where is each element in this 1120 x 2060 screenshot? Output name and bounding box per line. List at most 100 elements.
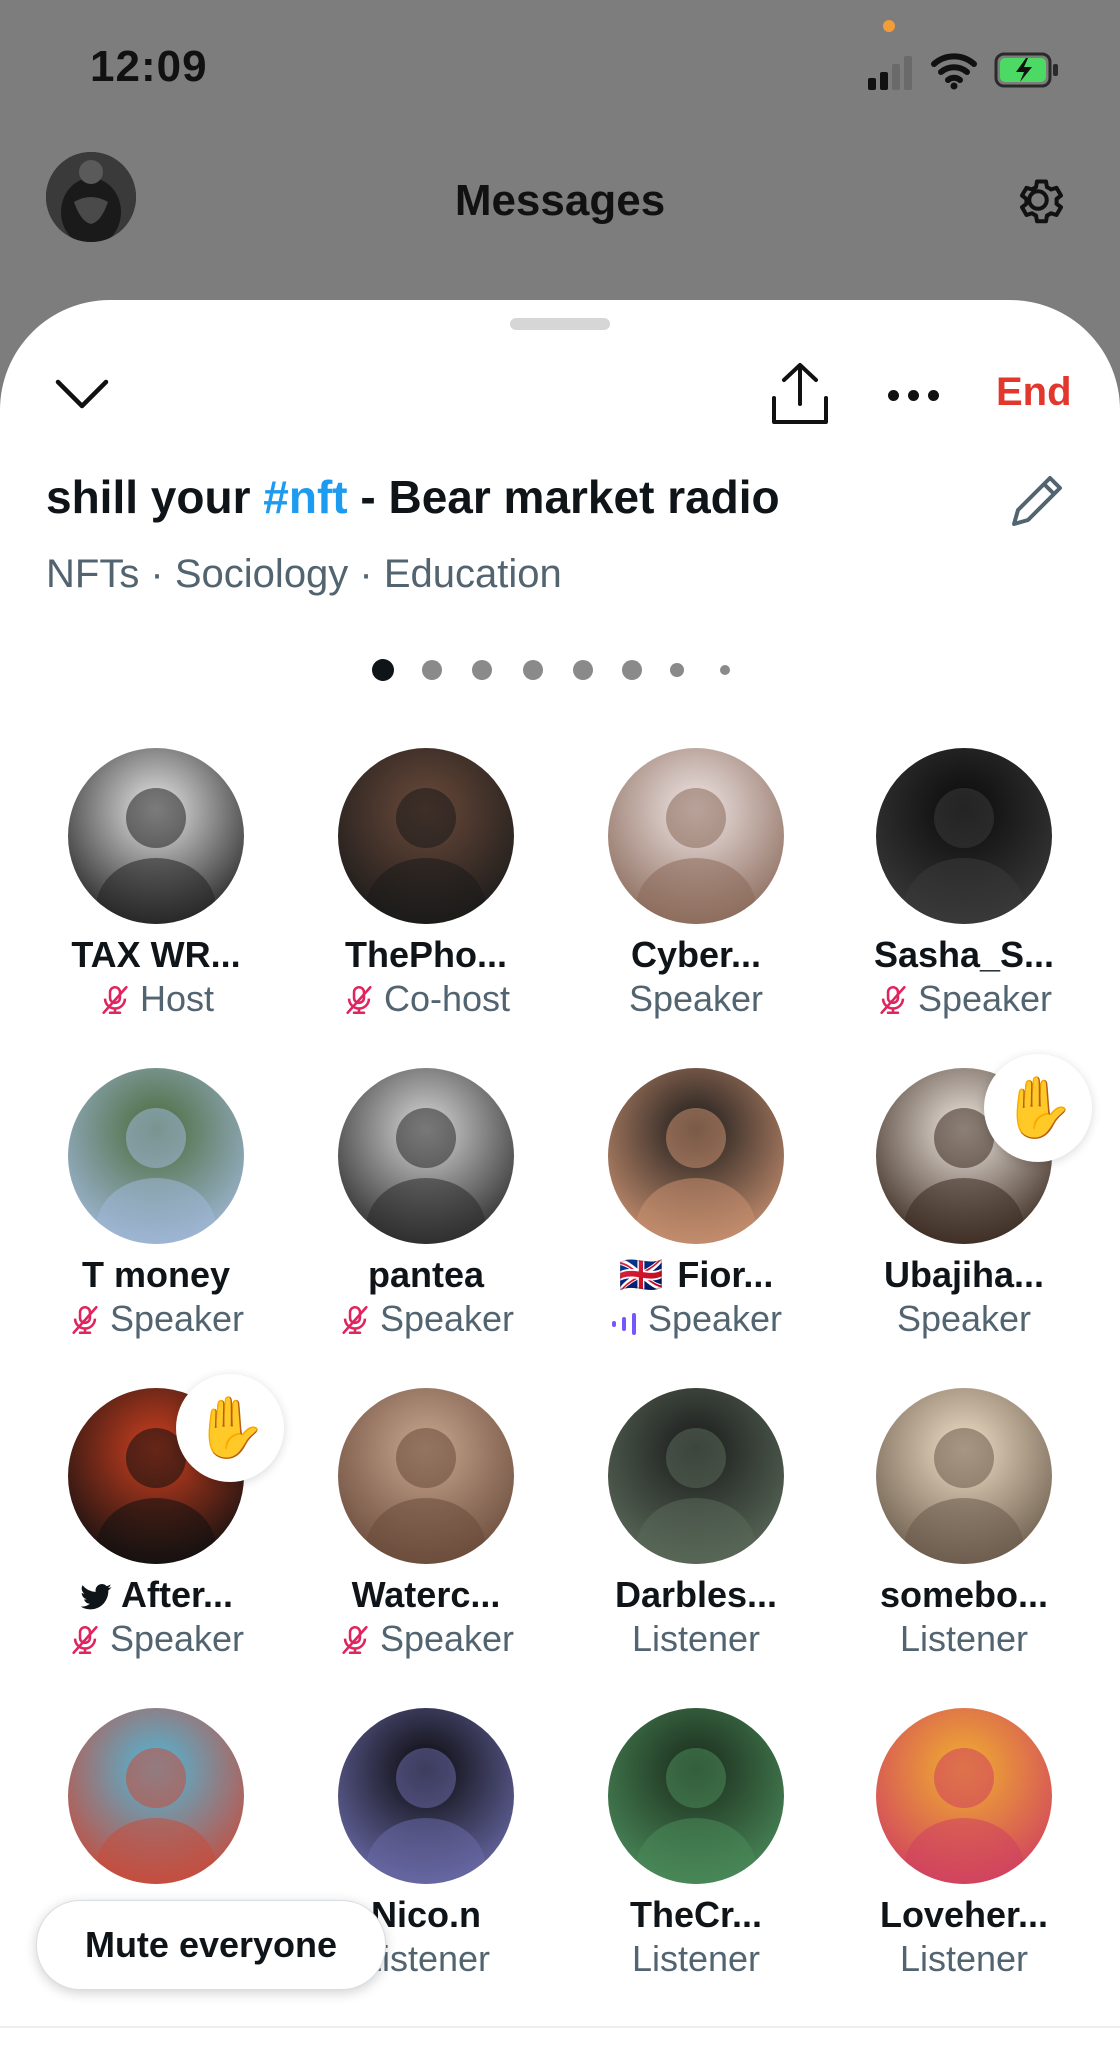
participant-name: ThePho... — [276, 934, 576, 976]
participant-role-text: Listener — [899, 1938, 1029, 1979]
participant-avatar[interactable] — [68, 1708, 244, 1884]
participant-role: Co-host — [276, 978, 576, 1020]
participant-card[interactable]: Waterc... Speaker — [276, 1388, 556, 1708]
participant-avatar[interactable] — [608, 748, 784, 924]
participant-name: After... — [6, 1574, 306, 1616]
participant-role: Speaker — [6, 1618, 306, 1660]
participant-card[interactable]: Sasha_S... Speaker — [814, 748, 1094, 1068]
edit-pencil-icon[interactable] — [1006, 470, 1068, 532]
participant-avatar[interactable] — [608, 1068, 784, 1244]
participant-name: Darbles... — [546, 1574, 846, 1616]
participant-card[interactable]: ThePho... Co-host — [276, 748, 556, 1068]
participant-avatar[interactable] — [876, 1708, 1052, 1884]
participant-role: Speaker — [546, 1298, 846, 1340]
participant-avatar[interactable] — [338, 1388, 514, 1564]
participant-role-text: Listener — [631, 1938, 761, 1979]
participant-name: T money — [6, 1254, 306, 1296]
participant-name: pantea — [276, 1254, 576, 1296]
space-title: shill your #nft - Bear market radio — [46, 470, 780, 524]
participant-name-text: Ubajiha... — [883, 1254, 1045, 1295]
twitter-bird-icon — [80, 1584, 112, 1610]
mic-muted-icon — [342, 1305, 368, 1335]
recording-indicator — [883, 20, 895, 32]
participant-name-text: After... — [120, 1574, 234, 1615]
page-dot — [573, 660, 593, 680]
page-dot — [622, 660, 642, 680]
participant-role-text: Co-host — [383, 978, 511, 1019]
participant-role-text: Listener — [899, 1618, 1029, 1659]
participant-role-text: Speaker — [109, 1618, 245, 1659]
page-dot — [523, 660, 543, 680]
share-icon[interactable] — [768, 360, 832, 428]
participant-role-text: Speaker — [379, 1618, 515, 1659]
participant-card[interactable]: ✋ Ubajiha... Speaker — [814, 1054, 1094, 1388]
uk-flag-icon: 🇬🇧 — [618, 1254, 664, 1295]
participant-avatar[interactable] — [876, 1388, 1052, 1564]
mic-muted-icon — [72, 1625, 98, 1655]
participant-role: Host — [6, 978, 306, 1020]
participant-card[interactable]: Darbles... Listener — [546, 1388, 826, 1708]
participant-card[interactable]: pantea Speaker — [276, 1068, 556, 1388]
participant-avatar[interactable] — [68, 748, 244, 924]
page-title: Messages — [454, 176, 666, 225]
end-space-button[interactable]: End — [996, 370, 1072, 415]
space-sheet: End shill your #nft - Bear market radio … — [0, 300, 1120, 2060]
participant-card[interactable]: ✋ After... Speaker — [6, 1374, 286, 1708]
page-dot — [372, 659, 394, 681]
participant-role-text: Host — [139, 978, 215, 1019]
page-dot — [670, 663, 684, 677]
participant-name-text: somebo... — [879, 1574, 1049, 1615]
mute-everyone-button[interactable]: Mute everyone — [36, 1900, 386, 1990]
participant-name-text: Fior... — [677, 1254, 774, 1295]
divider — [0, 2026, 1120, 2028]
participant-card[interactable]: somebo... Listener — [814, 1388, 1094, 1708]
participant-card[interactable]: TheCr... Listener — [546, 1708, 826, 2028]
participant-name-text: Waterc... — [351, 1574, 501, 1615]
participant-role: Speaker — [276, 1618, 576, 1660]
participant-name-text: Sasha_S... — [873, 934, 1055, 975]
participant-name: TheCr... — [546, 1894, 846, 1936]
space-title-suffix: - Bear market radio — [347, 471, 780, 523]
speaking-bars-icon — [611, 1313, 636, 1335]
gear-icon[interactable] — [1008, 170, 1068, 230]
participant-role-text: Speaker — [109, 1298, 245, 1339]
participant-name-text: Cyber... — [630, 934, 762, 975]
more-options-icon[interactable] — [888, 390, 948, 401]
participant-role: Speaker — [276, 1298, 576, 1340]
participant-avatar[interactable] — [338, 748, 514, 924]
space-title-prefix: shill your — [46, 471, 264, 523]
participant-avatar[interactable] — [608, 1708, 784, 1884]
participant-card[interactable]: T money Speaker — [6, 1068, 286, 1388]
participant-avatar[interactable] — [68, 1068, 244, 1244]
participant-name-text: pantea — [367, 1254, 485, 1295]
mic-muted-icon — [342, 1625, 368, 1655]
participant-name-text: ThePho... — [345, 934, 507, 975]
status-bar: 12:09 — [0, 0, 1120, 140]
chevron-down-icon[interactable] — [54, 376, 110, 412]
space-title-hashtag[interactable]: #nft — [263, 471, 347, 523]
drag-handle[interactable] — [510, 318, 610, 330]
participant-avatar[interactable] — [338, 1708, 514, 1884]
participant-name-text: TheCr... — [629, 1894, 763, 1935]
battery-charging-icon — [994, 52, 1058, 88]
participant-role: Speaker — [546, 978, 846, 1020]
page-dot — [720, 665, 730, 675]
participant-role: Speaker — [814, 978, 1114, 1020]
participant-name-text: Darbles... — [614, 1574, 778, 1615]
participant-name-text: Nico.n — [370, 1894, 481, 1935]
participant-card[interactable]: Loveher... Listener — [814, 1708, 1094, 2028]
participant-card[interactable]: 🇬🇧 Fior... Speaker — [546, 1068, 826, 1388]
participant-name-text: TAX WR... — [71, 934, 241, 975]
participant-name-text: Loveher... — [879, 1894, 1049, 1935]
participant-avatar[interactable] — [338, 1068, 514, 1244]
page-dot — [422, 660, 442, 680]
participant-avatar[interactable] — [876, 748, 1052, 924]
participant-card[interactable]: TAX WR... Host — [6, 748, 286, 1068]
space-topics: NFTs · Sociology · Education — [46, 552, 562, 596]
participant-card[interactable]: Cyber... Speaker — [546, 748, 826, 1068]
mic-muted-icon — [72, 1305, 98, 1335]
participant-avatar[interactable] — [608, 1388, 784, 1564]
participant-role: Speaker — [814, 1298, 1114, 1340]
participant-name: Cyber... — [546, 934, 846, 976]
raised-hand-icon: ✋ — [984, 1054, 1092, 1162]
